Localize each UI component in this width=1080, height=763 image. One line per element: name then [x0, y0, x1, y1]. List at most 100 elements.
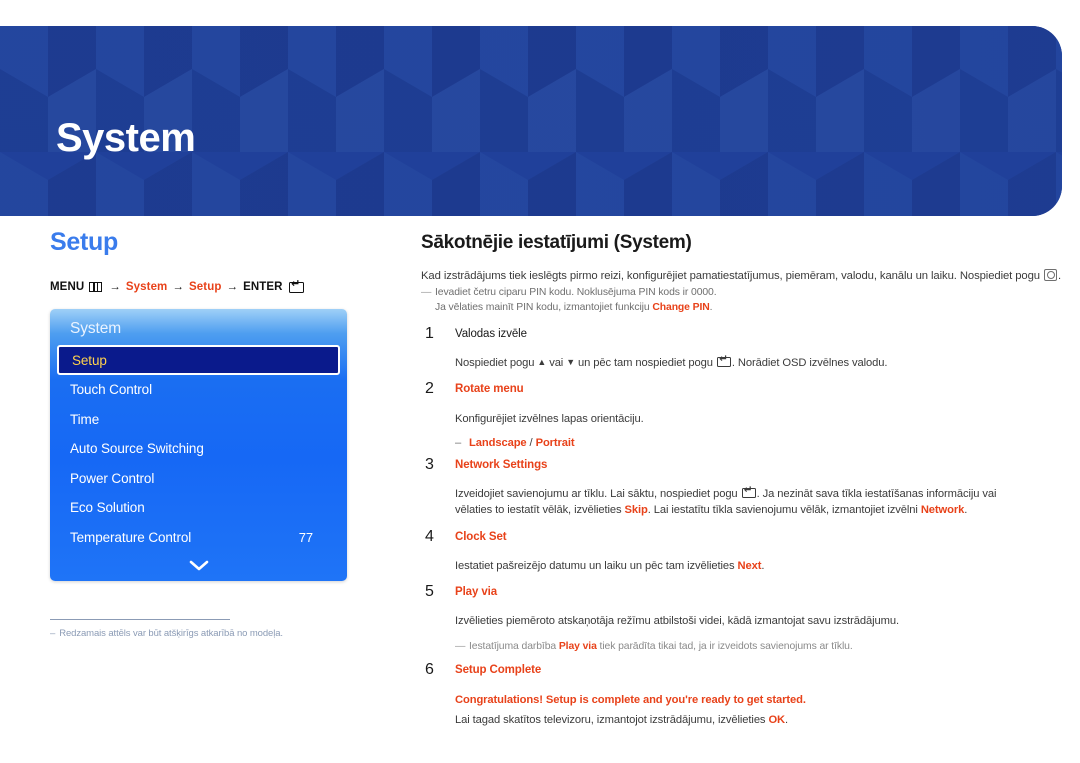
osd-item-value: 77	[298, 529, 313, 545]
arrow-up-icon: ▲	[537, 357, 547, 368]
footnote-text-row: – Redzamais attēls var būt atšķirīgs atka…	[50, 628, 283, 639]
osd-item-label: Touch Control	[70, 382, 152, 398]
step-6: 6 Setup Complete Congratulations! Setup …	[421, 661, 1021, 728]
osd-item-label: Setup	[72, 352, 107, 368]
step-body: Izveidojiet savienojumu ar tīklu. Lai sā…	[455, 485, 1021, 518]
step-body-t2: .	[785, 713, 789, 726]
change-pin-link[interactable]: Change PIN	[652, 302, 709, 313]
step-body-t0: Lai tagad skatītos televizoru, izmantojo…	[455, 713, 769, 726]
breadcrumb-enter-label: ENTER	[243, 281, 283, 293]
next-link[interactable]: Next	[738, 560, 762, 572]
footnote-text: Redzamais attēls var būt atšķirīgs atkar…	[59, 628, 283, 639]
breadcrumb-item-setup[interactable]: Setup	[189, 281, 221, 293]
footnote: – Redzamais attēls var būt atšķirīgs atka…	[50, 619, 283, 639]
step-number: 3	[425, 455, 434, 473]
breadcrumb-arrow-1: →	[109, 281, 121, 293]
chevron-down-icon	[189, 560, 208, 570]
step-note-t2: tiek parādīta tikai tad, ja ir izveidots…	[596, 640, 853, 652]
step-5: 5 Play via Izvēlieties piemēroto atskaņo…	[421, 583, 1021, 655]
step-body-t2: .	[761, 559, 765, 572]
step-heading: Clock Set	[455, 530, 507, 543]
breadcrumb-arrow-3: →	[226, 281, 239, 293]
arrow-down-icon: ▼	[566, 357, 576, 368]
osd-menu-header: System	[70, 320, 122, 337]
intro-text-before: Kad izstrādājums tiek ieslēgts pirmo rei…	[421, 270, 1044, 282]
pin-note-line-2: Ja vēlaties mainīt PIN kodu, izmantojiet…	[421, 301, 1021, 316]
breadcrumb-arrow-2: →	[172, 281, 184, 293]
step-heading: Setup Complete	[455, 664, 542, 677]
footnote-divider	[50, 619, 230, 620]
section-title: Setup	[50, 228, 118, 256]
step-body-t6: .	[964, 504, 968, 517]
pin-note-line-1: — Ievadiet četru ciparu PIN kodu. Noklusē…	[421, 286, 1021, 301]
step-number: 2	[425, 380, 434, 398]
step-body: Nospiediet pogu ▲ vai ▼ un pēc tam nospi…	[455, 354, 1021, 371]
step-4: 4 Clock Set Iestatiet pašreizējo datumu …	[421, 527, 1021, 574]
step-body: Izvēlieties piemēroto atskaņotāja režīmu…	[455, 615, 900, 628]
ok-link[interactable]: OK	[768, 714, 785, 726]
congratulations-text: Congratulations! Setup is complete and y…	[455, 693, 806, 706]
step-body: Iestatiet pašreizējo datumu un laiku un …	[455, 558, 1021, 574]
step-number: 1	[425, 324, 434, 342]
note-dash-icon: —	[421, 287, 432, 299]
pin-note-text-before: Ja vēlaties mainīt PIN kodu, izmantojiet…	[435, 302, 653, 314]
step-number: 4	[425, 527, 434, 545]
breadcrumb: MENU → System → Setup → ENTER	[50, 279, 390, 293]
network-link[interactable]: Network	[921, 504, 965, 516]
step-body-t0: Izveidojiet savienojumu ar tīklu. Lai sā…	[455, 488, 741, 501]
step-5-note: — Iestatījuma darbība Play via tiek parād…	[455, 640, 1021, 655]
skip-link[interactable]: Skip	[624, 504, 647, 516]
step-body-t4: un pēc tam nospiediet pogu	[575, 357, 716, 370]
step-heading: Rotate menu	[455, 383, 524, 396]
step-body: Konfigurējiet izvēlnes lapas orientāciju…	[455, 412, 644, 425]
right-column: Sākotnējie iestatījumi (System) Kad izst…	[421, 232, 1061, 738]
osd-item-setup[interactable]: Setup	[57, 345, 340, 375]
osd-item-time[interactable]: Time	[50, 405, 347, 435]
note-dash-icon: —	[455, 640, 466, 652]
step-number: 5	[425, 583, 434, 601]
step-3: 3 Network Settings Izveidojiet savienoju…	[421, 455, 1021, 519]
menu-grid-icon	[89, 282, 103, 292]
osd-item-label: Eco Solution	[70, 500, 145, 516]
step-heading: Play via	[455, 586, 498, 599]
breadcrumb-menu-label: MENU	[50, 281, 85, 293]
intro-paragraph: Kad izstrādājums tiek ieslēgts pirmo rei…	[421, 268, 1061, 284]
pin-note-text: Ievadiet četru ciparu PIN kodu. Noklusēj…	[435, 287, 717, 299]
osd-item-eco-solution[interactable]: Eco Solution	[50, 493, 347, 523]
steps-list: 1 Valodas izvēle Nospiediet pogu ▲ vai ▼…	[421, 324, 1021, 728]
osd-item-temperature-control[interactable]: Temperature Control 77	[50, 523, 347, 553]
osd-item-auto-source-switching[interactable]: Auto Source Switching	[50, 434, 347, 464]
step-body-t4: . Lai iestatītu tīkla savienojumu vēlāk,…	[647, 504, 921, 517]
osd-menu-list: Setup Touch Control Time Auto Source Swi…	[50, 345, 347, 552]
step-body-t2: vai	[546, 357, 567, 370]
breadcrumb-item-system[interactable]: System	[126, 281, 168, 293]
osd-item-power-control[interactable]: Power Control	[50, 464, 347, 494]
step-note-t0: Iestatījuma darbība	[469, 640, 559, 652]
step-body-t0: Iestatiet pašreizējo datumu un laiku un …	[455, 559, 738, 572]
step-2-options: – Landscape / Portrait	[455, 437, 1021, 449]
pin-note-text-after: .	[709, 302, 713, 314]
intro-text-after: .	[1058, 270, 1062, 282]
step-body: Lai tagad skatītos televizoru, izmantojo…	[455, 712, 1021, 728]
option-landscape[interactable]: Landscape	[469, 437, 527, 449]
step-2: 2 Rotate menu Konfigurējiet izvēlnes lap…	[421, 380, 1021, 449]
option-separator: /	[526, 436, 536, 449]
play-via-link[interactable]: Play via	[559, 641, 597, 652]
option-portrait[interactable]: Portrait	[536, 437, 575, 449]
osd-item-label: Auto Source Switching	[70, 441, 204, 457]
left-column: Setup MENU → System → Setup → ENTER Syst…	[50, 228, 390, 639]
power-button-icon	[1044, 269, 1058, 281]
osd-item-label: Time	[70, 411, 100, 427]
osd-item-label: Temperature Control	[70, 529, 192, 545]
osd-item-label: Power Control	[70, 470, 155, 486]
enter-key-icon	[741, 485, 756, 499]
enter-key-icon	[288, 279, 304, 293]
step-number: 6	[425, 661, 434, 679]
osd-item-touch-control[interactable]: Touch Control	[50, 375, 347, 405]
osd-scroll-down-button[interactable]	[50, 552, 347, 578]
bullet-dash-icon: –	[455, 436, 462, 449]
page-header-banner: System	[0, 26, 1062, 216]
footnote-dash: –	[50, 628, 56, 639]
enter-key-icon	[716, 354, 731, 368]
page-root: System Setup MENU → System → Setup → ENT…	[0, 0, 1080, 763]
